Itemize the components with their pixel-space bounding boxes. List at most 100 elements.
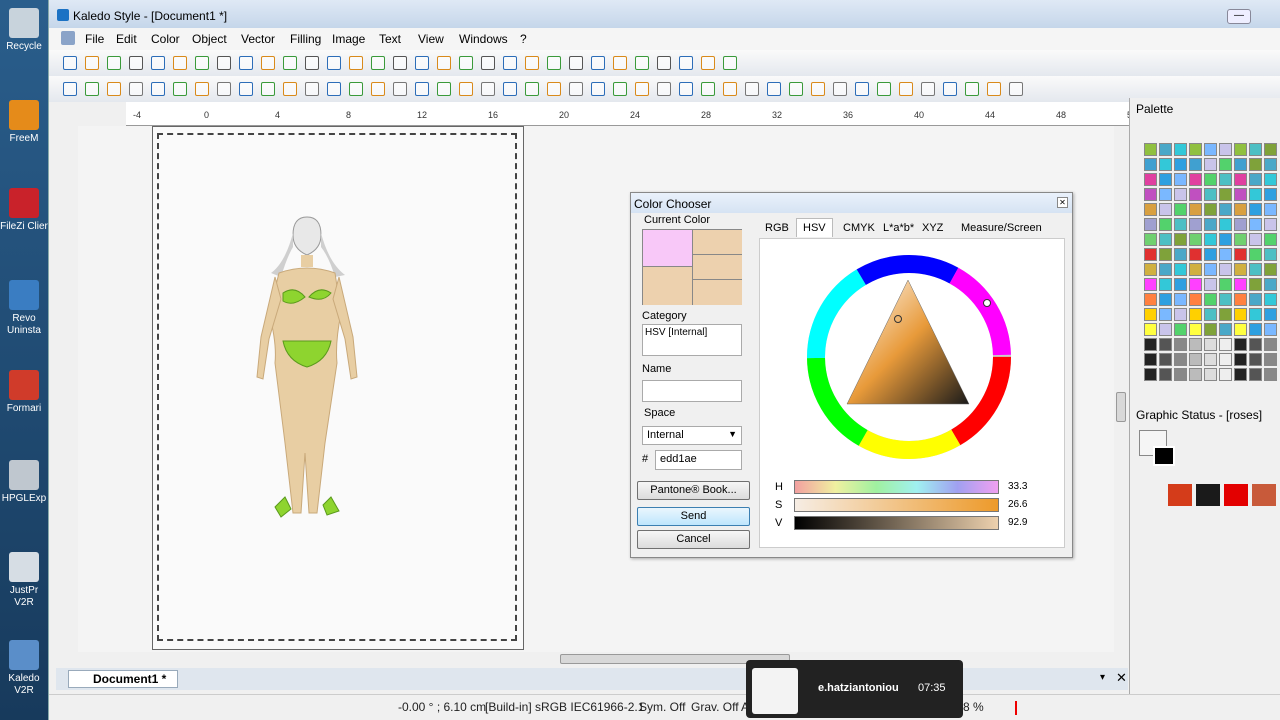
toolbar-tool-icon[interactable] [679, 56, 693, 70]
toolbar-tool-icon[interactable] [767, 82, 781, 96]
palette-swatch[interactable] [1204, 263, 1217, 276]
v-slider[interactable] [794, 516, 999, 530]
palette-swatch[interactable] [1204, 338, 1217, 351]
palette-swatch[interactable] [1144, 278, 1157, 291]
menu-image[interactable]: Image [332, 32, 365, 46]
h-value[interactable]: 33.3 [1005, 479, 1063, 495]
menu-windows[interactable]: Windows [459, 32, 508, 46]
toolbar-tool-icon[interactable] [85, 56, 99, 70]
palette-swatch[interactable] [1249, 233, 1262, 246]
palette-swatch[interactable] [1249, 323, 1262, 336]
palette-swatch[interactable] [1159, 263, 1172, 276]
toolbar-tool-icon[interactable] [635, 56, 649, 70]
toolbar-tool-icon[interactable] [415, 82, 429, 96]
desktop-icon-formaris[interactable]: Formari [0, 370, 48, 415]
palette-swatch[interactable] [1234, 263, 1247, 276]
toolbar-tool-icon[interactable] [239, 82, 253, 96]
minimize-button[interactable]: — [1227, 9, 1251, 24]
palette-swatch[interactable] [1189, 278, 1202, 291]
h-slider[interactable] [794, 480, 999, 494]
toolbar-tool-icon[interactable] [261, 56, 275, 70]
swatch-3[interactable] [693, 255, 742, 280]
menu-object[interactable]: Object [192, 32, 227, 46]
toolbar-tool-icon[interactable] [173, 56, 187, 70]
tab-rgb[interactable]: RGB [765, 222, 789, 234]
tab-measure-screen[interactable]: Measure/Screen [961, 222, 1042, 234]
palette-swatch[interactable] [1204, 353, 1217, 366]
swatch-2[interactable] [693, 230, 742, 255]
palette-swatch[interactable] [1204, 308, 1217, 321]
palette-swatch[interactable] [1219, 293, 1232, 306]
palette-swatch[interactable] [1234, 143, 1247, 156]
palette-swatch[interactable] [1264, 248, 1277, 261]
toolbar-tool-icon[interactable] [657, 56, 671, 70]
toolbar-tool-icon[interactable] [613, 82, 627, 96]
palette-swatch[interactable] [1159, 218, 1172, 231]
palette-swatch[interactable] [1219, 278, 1232, 291]
palette-swatch[interactable] [1219, 158, 1232, 171]
toolbar-tool-icon[interactable] [833, 82, 847, 96]
s-value[interactable]: 26.6 [1005, 497, 1063, 513]
toolbar-tool-icon[interactable] [283, 82, 297, 96]
s-slider[interactable] [794, 498, 999, 512]
toolbar-tool-icon[interactable] [371, 82, 385, 96]
hue-wheel[interactable] [804, 252, 1014, 462]
toolbar-tool-icon[interactable] [173, 82, 187, 96]
toolbar-tool-icon[interactable] [129, 82, 143, 96]
palette-swatch[interactable] [1159, 293, 1172, 306]
toolbar-tool-icon[interactable] [811, 82, 825, 96]
palette-swatch[interactable] [1234, 218, 1247, 231]
toolbar-tool-icon[interactable] [305, 56, 319, 70]
palette-swatch[interactable] [1264, 353, 1277, 366]
menu-text[interactable]: Text [379, 32, 401, 46]
palette-swatch[interactable] [1159, 188, 1172, 201]
palette-swatch[interactable] [1219, 368, 1232, 381]
toolbar-tool-icon[interactable] [503, 56, 517, 70]
pantone-book-button[interactable]: Pantone® Book... [637, 481, 750, 500]
palette-swatch[interactable] [1204, 233, 1217, 246]
cancel-button[interactable]: Cancel [637, 530, 750, 549]
palette-swatch[interactable] [1189, 293, 1202, 306]
palette-swatch[interactable] [1264, 308, 1277, 321]
palette-swatch[interactable] [1204, 218, 1217, 231]
desktop-icon-recycle-bin[interactable]: Recycle [0, 8, 48, 53]
palette-swatch[interactable] [1189, 368, 1202, 381]
palette-swatch[interactable] [1144, 293, 1157, 306]
palette-swatch[interactable] [1234, 233, 1247, 246]
toolbar-tool-icon[interactable] [107, 82, 121, 96]
palette-swatch[interactable] [1159, 143, 1172, 156]
palette-swatch[interactable] [1144, 158, 1157, 171]
toolbar-tool-icon[interactable] [239, 56, 253, 70]
palette-swatch[interactable] [1174, 368, 1187, 381]
palette-swatch[interactable] [1264, 173, 1277, 186]
toolbar-tool-icon[interactable] [261, 82, 275, 96]
palette-swatch[interactable] [1249, 368, 1262, 381]
palette-swatch[interactable] [1174, 233, 1187, 246]
menu-help[interactable]: ? [520, 32, 527, 46]
toolbar-tool-icon[interactable] [525, 82, 539, 96]
desktop-icon-filezilla[interactable]: FileZi Clier [0, 188, 48, 233]
palette-swatch[interactable] [1204, 323, 1217, 336]
desktop-icon-freemind[interactable]: FreeM [0, 100, 48, 145]
toolbar-tool-icon[interactable] [217, 56, 231, 70]
toolbar-tool-icon[interactable] [85, 82, 99, 96]
palette-swatch[interactable] [1144, 203, 1157, 216]
palette-swatch[interactable] [1159, 308, 1172, 321]
toolbar-tool-icon[interactable] [63, 56, 77, 70]
palette-swatch[interactable] [1204, 248, 1217, 261]
toolbar-tool-icon[interactable] [855, 82, 869, 96]
palette-swatch[interactable] [1219, 263, 1232, 276]
toolbar-tool-icon[interactable] [899, 82, 913, 96]
palette-swatch[interactable] [1219, 323, 1232, 336]
palette-swatch[interactable] [1249, 293, 1262, 306]
palette-swatch[interactable] [1234, 308, 1247, 321]
toolbar-tool-icon[interactable] [107, 56, 121, 70]
palette-swatch[interactable] [1174, 338, 1187, 351]
palette-swatch[interactable] [1249, 158, 1262, 171]
palette-swatch[interactable] [1249, 263, 1262, 276]
toolbar-tool-icon[interactable] [327, 56, 341, 70]
palette-swatch[interactable] [1189, 233, 1202, 246]
status-zoom[interactable]: 8 % [963, 700, 984, 714]
palette-swatch[interactable] [1159, 248, 1172, 261]
palette-swatch[interactable] [1219, 353, 1232, 366]
